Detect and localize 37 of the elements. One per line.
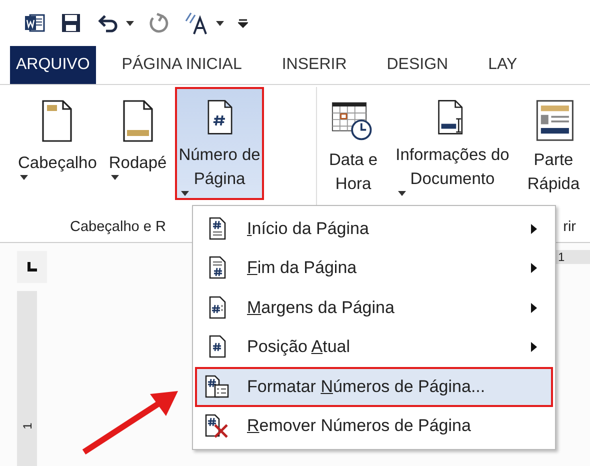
menu-item[interactable]: Fim da Página: [195, 248, 553, 288]
page-number-top-icon: [207, 216, 227, 241]
ruler-number: 1: [20, 422, 34, 430]
ribbon-tab[interactable]: ARQUIVO: [10, 46, 96, 84]
page-number-margin-icon: [207, 296, 227, 320]
page-number-icon: [207, 335, 227, 360]
left-tab-icon: [27, 262, 37, 272]
ribbon-button[interactable]: Rodapé: [104, 87, 171, 200]
menu-item[interactable]: Posição Atual: [195, 328, 553, 367]
tab-stop-selector[interactable]: [17, 251, 47, 283]
ribbon-tab[interactable]: LAY: [474, 46, 532, 84]
menu-item[interactable]: Início da Página: [195, 209, 553, 248]
ribbon-button[interactable]: Cabeçalho: [14, 87, 101, 200]
group-label: Cabeçalho e R: [70, 219, 166, 235]
word-icon[interactable]: [24, 12, 46, 34]
font-caret-icon: [216, 20, 224, 26]
ribbon-tab[interactable]: DESIGN: [372, 46, 462, 84]
page-number-bottom-icon: [207, 256, 227, 280]
ribbon-tab[interactable]: PÁGINA INICIAL: [108, 46, 256, 84]
group-label: rir: [563, 219, 576, 235]
ribbon-button[interactable]: Data e Hora: [325, 87, 382, 200]
undo-icon[interactable]: [96, 13, 120, 33]
save-icon[interactable]: [60, 12, 82, 34]
format-page-number-icon: [204, 374, 230, 399]
ribbon-button[interactable]: Informações do Documento: [392, 87, 514, 200]
menu-item[interactable]: Remover Números de Página: [195, 406, 553, 446]
ribbon-button[interactable]: Número de Página: [174, 87, 264, 200]
remove-page-number-icon: [204, 414, 230, 438]
ribbon-tab[interactable]: INSERIR: [268, 46, 361, 84]
ruler-number: 1: [558, 250, 565, 264]
quick-parts-icon: [534, 99, 574, 142]
customize-menu-icon[interactable]: [238, 17, 248, 29]
ribbon-button[interactable]: Parte Rápida: [523, 87, 584, 200]
menu-item[interactable]: Margens da Página: [195, 288, 553, 328]
font-format-icon[interactable]: [184, 11, 210, 35]
menu-item[interactable]: Formatar Números de Página...: [195, 367, 553, 406]
redo-icon[interactable]: [148, 12, 170, 34]
